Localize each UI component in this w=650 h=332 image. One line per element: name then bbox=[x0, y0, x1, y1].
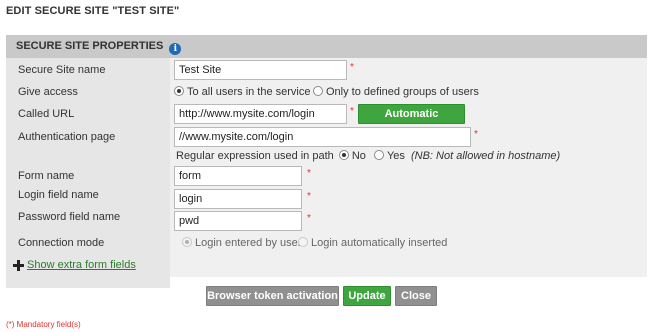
mandatory-note: (*) Mandatory field(s) bbox=[6, 320, 81, 329]
site-name-label: Secure Site name bbox=[18, 64, 106, 76]
mode-auto-radio bbox=[298, 237, 308, 247]
info-icon[interactable]: i bbox=[169, 43, 182, 55]
regex-no-label: No bbox=[351, 150, 366, 162]
regex-row: Regular expression used in path No Yes (… bbox=[176, 150, 560, 162]
form-name-input[interactable] bbox=[174, 166, 302, 186]
login-field-label: Login field name bbox=[18, 189, 99, 201]
required-marker: * bbox=[350, 62, 354, 73]
show-extra-fields-link[interactable]: Show extra form fields bbox=[27, 259, 136, 271]
password-field-input[interactable] bbox=[174, 211, 302, 231]
update-button[interactable]: Update bbox=[343, 286, 391, 306]
regex-note: (NB: Not allowed in hostname) bbox=[410, 150, 561, 162]
access-all-label: To all users in the service bbox=[187, 86, 311, 98]
form-name-label: Form name bbox=[18, 170, 75, 182]
required-marker: * bbox=[474, 129, 478, 140]
mode-auto-option: Login automatically inserted bbox=[298, 237, 447, 249]
mode-user-label: Login entered by user bbox=[195, 237, 302, 249]
secure-site-properties-panel: SECURE SITE PROPERTIES i Secure Site nam… bbox=[6, 35, 647, 288]
connection-mode-label: Connection mode bbox=[18, 237, 105, 249]
required-marker: * bbox=[307, 168, 311, 179]
called-url-label: Called URL bbox=[18, 108, 75, 120]
auth-page-label: Authentication page bbox=[18, 131, 116, 143]
close-button[interactable]: Close bbox=[395, 286, 437, 306]
access-all-option[interactable]: To all users in the service bbox=[174, 86, 311, 98]
login-field-input[interactable] bbox=[174, 189, 302, 209]
site-name-input[interactable] bbox=[174, 60, 347, 80]
called-url-input[interactable] bbox=[174, 104, 347, 124]
page-title: EDIT SECURE SITE "TEST SITE" bbox=[6, 5, 180, 17]
mode-auto-label: Login automatically inserted bbox=[311, 237, 448, 249]
automatic-detection-button[interactable]: Automatic detection bbox=[358, 104, 465, 138]
panel-header: SECURE SITE PROPERTIES i bbox=[6, 35, 647, 58]
regex-label: Regular expression used in path bbox=[176, 150, 334, 162]
plus-icon[interactable] bbox=[13, 260, 24, 271]
regex-no-radio[interactable] bbox=[338, 150, 349, 160]
required-marker: * bbox=[350, 106, 354, 117]
mode-user-radio bbox=[182, 237, 192, 247]
required-marker: * bbox=[307, 213, 311, 224]
browser-token-activation-button[interactable]: Browser token activation bbox=[206, 286, 339, 306]
regex-yes-radio[interactable] bbox=[373, 150, 384, 160]
mode-user-option: Login entered by user bbox=[182, 237, 301, 249]
password-field-label: Password field name bbox=[18, 211, 121, 223]
access-all-radio[interactable] bbox=[174, 86, 184, 96]
access-groups-radio[interactable] bbox=[313, 86, 323, 96]
access-groups-option[interactable]: Only to defined groups of users bbox=[313, 86, 479, 98]
access-groups-label: Only to defined groups of users bbox=[326, 86, 479, 98]
auth-page-input[interactable] bbox=[174, 127, 471, 147]
regex-yes-label: Yes bbox=[386, 150, 405, 162]
give-access-label: Give access bbox=[18, 86, 78, 98]
required-marker: * bbox=[307, 191, 311, 202]
panel-header-label: SECURE SITE PROPERTIES bbox=[16, 40, 164, 52]
